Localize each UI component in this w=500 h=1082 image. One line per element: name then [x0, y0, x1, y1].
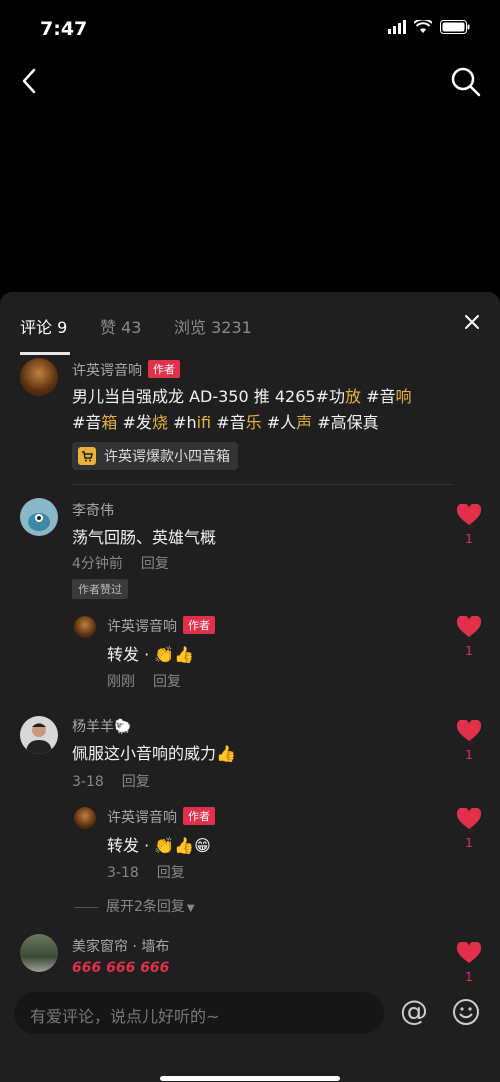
text-part: #发 [117, 413, 152, 432]
comment-meta: 3-18 回复 [72, 771, 150, 791]
back-arrow-icon[interactable] [18, 66, 42, 96]
hashtag-link[interactable]: ifi [197, 413, 212, 432]
comment-meta: 刚刚 回复 [107, 671, 181, 691]
avatar[interactable] [20, 498, 58, 536]
product-chip[interactable]: 许英谔爆款小四音箱 [72, 442, 238, 470]
author-badge: 作者 [183, 807, 215, 825]
cart-icon [78, 447, 96, 465]
tab-likes[interactable]: 赞 43 [100, 314, 141, 338]
tab-views[interactable]: 浏览 3231 [174, 314, 252, 338]
status-time: 7:47 [40, 18, 88, 40]
heart-icon [456, 615, 482, 637]
search-icon[interactable] [450, 66, 482, 98]
battery-icon [440, 20, 470, 34]
comment-meta: 4分钟前 回复 [72, 553, 169, 573]
avatar[interactable] [74, 616, 96, 638]
comment-input-placeholder: 有爱评论，说点儿好听的~ [30, 1007, 220, 1026]
text-part: #h [167, 413, 197, 432]
comment-time: 3-18 [107, 865, 139, 881]
author-liked-badge: 作者赞过 [72, 579, 128, 599]
hashtag-link[interactable]: 箱 [101, 413, 117, 432]
comment-author[interactable]: 许英谔音响 作者 [107, 616, 215, 636]
reply-button[interactable]: 回复 [153, 674, 181, 690]
expand-line [74, 906, 98, 908]
text-part: #音 [211, 413, 246, 432]
mention-icon[interactable]: @ [398, 996, 430, 1028]
reply-button[interactable]: 回复 [157, 865, 185, 881]
caret-down-icon: ▼ [186, 903, 195, 914]
home-indicator [160, 1076, 340, 1081]
heart-icon [456, 941, 482, 963]
hashtag-link[interactable]: 乐 [246, 413, 262, 432]
like-count: 1 [465, 644, 473, 658]
status-icons [388, 20, 470, 34]
comment-text: #音箱 #发烧 #hifi #音乐 #人声 #高保真 [72, 409, 379, 433]
avatar-person-icon [26, 723, 52, 754]
text-part: #高保真 [312, 413, 379, 432]
heart-icon [456, 719, 482, 741]
avatar[interactable] [20, 934, 58, 972]
comment-input[interactable]: 有爱评论，说点儿好听的~ [14, 992, 384, 1034]
hashtag-link[interactable]: 放 [345, 387, 361, 406]
comment-author[interactable]: 李奇伟 [72, 500, 114, 520]
comment-time: 4分钟前 [72, 556, 123, 572]
text-part: #人 [261, 413, 297, 432]
comment-text: 转发 · 👏👍 [107, 645, 195, 664]
expand-replies-label: 展开2条回复 [106, 899, 185, 915]
hashtag-link[interactable]: 烧 [152, 413, 168, 432]
author-badge: 作者 [183, 616, 215, 634]
text-part: #音 [360, 387, 396, 406]
heart-icon [456, 807, 482, 829]
author-name[interactable]: 许英谔音响 [72, 363, 142, 379]
author-badge: 作者 [148, 360, 180, 378]
comment-text: 男儿当自强成龙 AD-350 推 4265#功放 #音响 [72, 383, 412, 407]
emoji-icon[interactable] [452, 998, 480, 1026]
avatar[interactable] [20, 716, 58, 754]
comment-text: 荡气回肠、英雄气概 [72, 528, 217, 547]
like-button[interactable]: 1 [456, 719, 482, 762]
comment-author[interactable]: 杨羊羊🐑 [72, 716, 131, 736]
divider [72, 484, 452, 485]
comments-sheet: 评论 9 赞 43 浏览 3231 许英谔音响 作者 男儿当自强成龙 AD-350… [0, 292, 500, 1082]
tab-underline [20, 352, 70, 355]
expand-replies-button[interactable]: 展开2条回复 ▼ [74, 896, 195, 916]
like-count: 1 [465, 748, 473, 762]
top-nav [0, 60, 500, 104]
like-button[interactable]: 1 [456, 807, 482, 850]
text-part: #音 [72, 413, 102, 432]
comment-input-bar: 有爱评论，说点儿好听的~ @ [0, 982, 500, 1082]
status-bar: 7:47 [0, 0, 500, 60]
close-icon[interactable] [464, 314, 480, 330]
comment-author[interactable]: 许英谔音响 作者 [107, 807, 215, 827]
reply-button[interactable]: 回复 [141, 556, 169, 572]
signal-icon [388, 20, 406, 34]
like-button[interactable]: 1 [456, 503, 482, 546]
like-button[interactable]: 1 [456, 941, 482, 984]
avatar-figure-icon [28, 513, 50, 531]
hashtag-link[interactable]: 声 [296, 413, 312, 432]
comment-time: 3-18 [72, 774, 104, 790]
comment-text: 666 666 666 [72, 960, 170, 976]
heart-icon [456, 503, 482, 525]
wifi-icon [414, 20, 432, 33]
comment-text: 转发 · 👏👍😁 [107, 836, 211, 855]
comment-text: 佩服这小音响的威力👍 [72, 744, 236, 763]
tab-comments[interactable]: 评论 9 [20, 314, 67, 338]
comment-time: 刚刚 [107, 674, 135, 690]
author-name[interactable]: 许英谔音响 [107, 619, 177, 635]
product-chip-label: 许英谔爆款小四音箱 [104, 449, 230, 465]
comment-author[interactable]: 许英谔音响 作者 [72, 360, 180, 380]
like-button[interactable]: 1 [456, 615, 482, 658]
text-part: 男儿当自强成龙 AD-350 推 4265#功 [72, 387, 345, 406]
avatar[interactable] [74, 807, 96, 829]
comment-meta: 3-18 回复 [107, 862, 185, 882]
avatar[interactable] [20, 358, 58, 396]
reply-button[interactable]: 回复 [122, 774, 150, 790]
comment-author[interactable]: 美家窗帘 · 墙布 [72, 936, 169, 956]
tab-bar: 评论 9 赞 43 浏览 3231 [0, 292, 500, 355]
like-count: 1 [465, 532, 473, 546]
author-name[interactable]: 许英谔音响 [107, 810, 177, 826]
hashtag-link[interactable]: 响 [395, 387, 411, 406]
like-count: 1 [465, 836, 473, 850]
